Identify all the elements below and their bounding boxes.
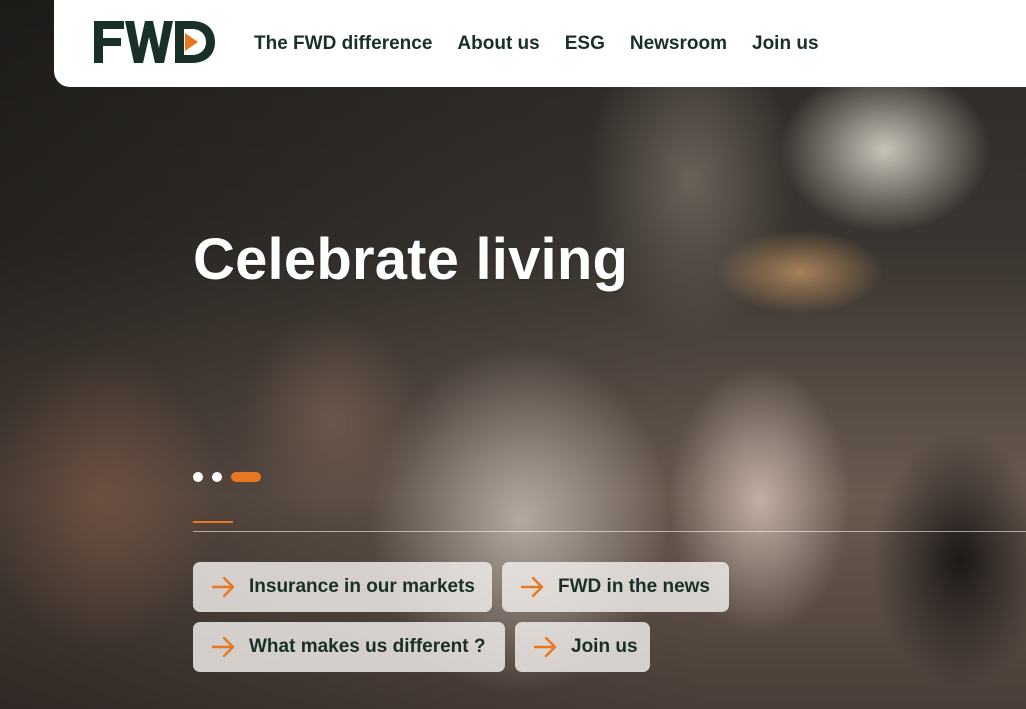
insurance-in-our-markets-link[interactable]: Insurance in our markets [193, 562, 492, 612]
nav-item-fwd-difference[interactable]: The FWD difference [254, 33, 432, 55]
top-navigation-bar: The FWD difference About us ESG Newsroom… [54, 0, 1026, 87]
carousel-dot-2[interactable] [212, 472, 222, 482]
nav-item-join-us[interactable]: Join us [752, 33, 819, 55]
chip-label: Insurance in our markets [249, 576, 475, 597]
arrow-right-icon [533, 636, 557, 658]
chip-label: Join us [571, 636, 638, 657]
what-makes-us-different-link[interactable]: What makes us different ? [193, 622, 505, 672]
carousel-indicators [193, 472, 261, 482]
divider-accent [193, 521, 233, 523]
carousel-dot-3-active[interactable] [231, 472, 261, 482]
nav-item-esg[interactable]: ESG [565, 33, 605, 55]
main-nav: The FWD difference About us ESG Newsroom… [254, 0, 819, 87]
arrow-right-icon [211, 636, 235, 658]
divider-line [193, 531, 1026, 532]
fwd-in-the-news-link[interactable]: FWD in the news [502, 562, 729, 612]
carousel-dot-1[interactable] [193, 472, 203, 482]
nav-item-newsroom[interactable]: Newsroom [630, 33, 727, 55]
nav-item-about-us[interactable]: About us [457, 33, 539, 55]
chip-label: What makes us different ? [249, 636, 486, 657]
chip-label: FWD in the news [558, 576, 710, 597]
arrow-right-icon [520, 576, 544, 598]
arrow-right-icon [211, 576, 235, 598]
fwd-logo[interactable] [94, 21, 216, 63]
hero-headline: Celebrate living [193, 227, 629, 292]
join-us-link[interactable]: Join us [515, 622, 650, 672]
